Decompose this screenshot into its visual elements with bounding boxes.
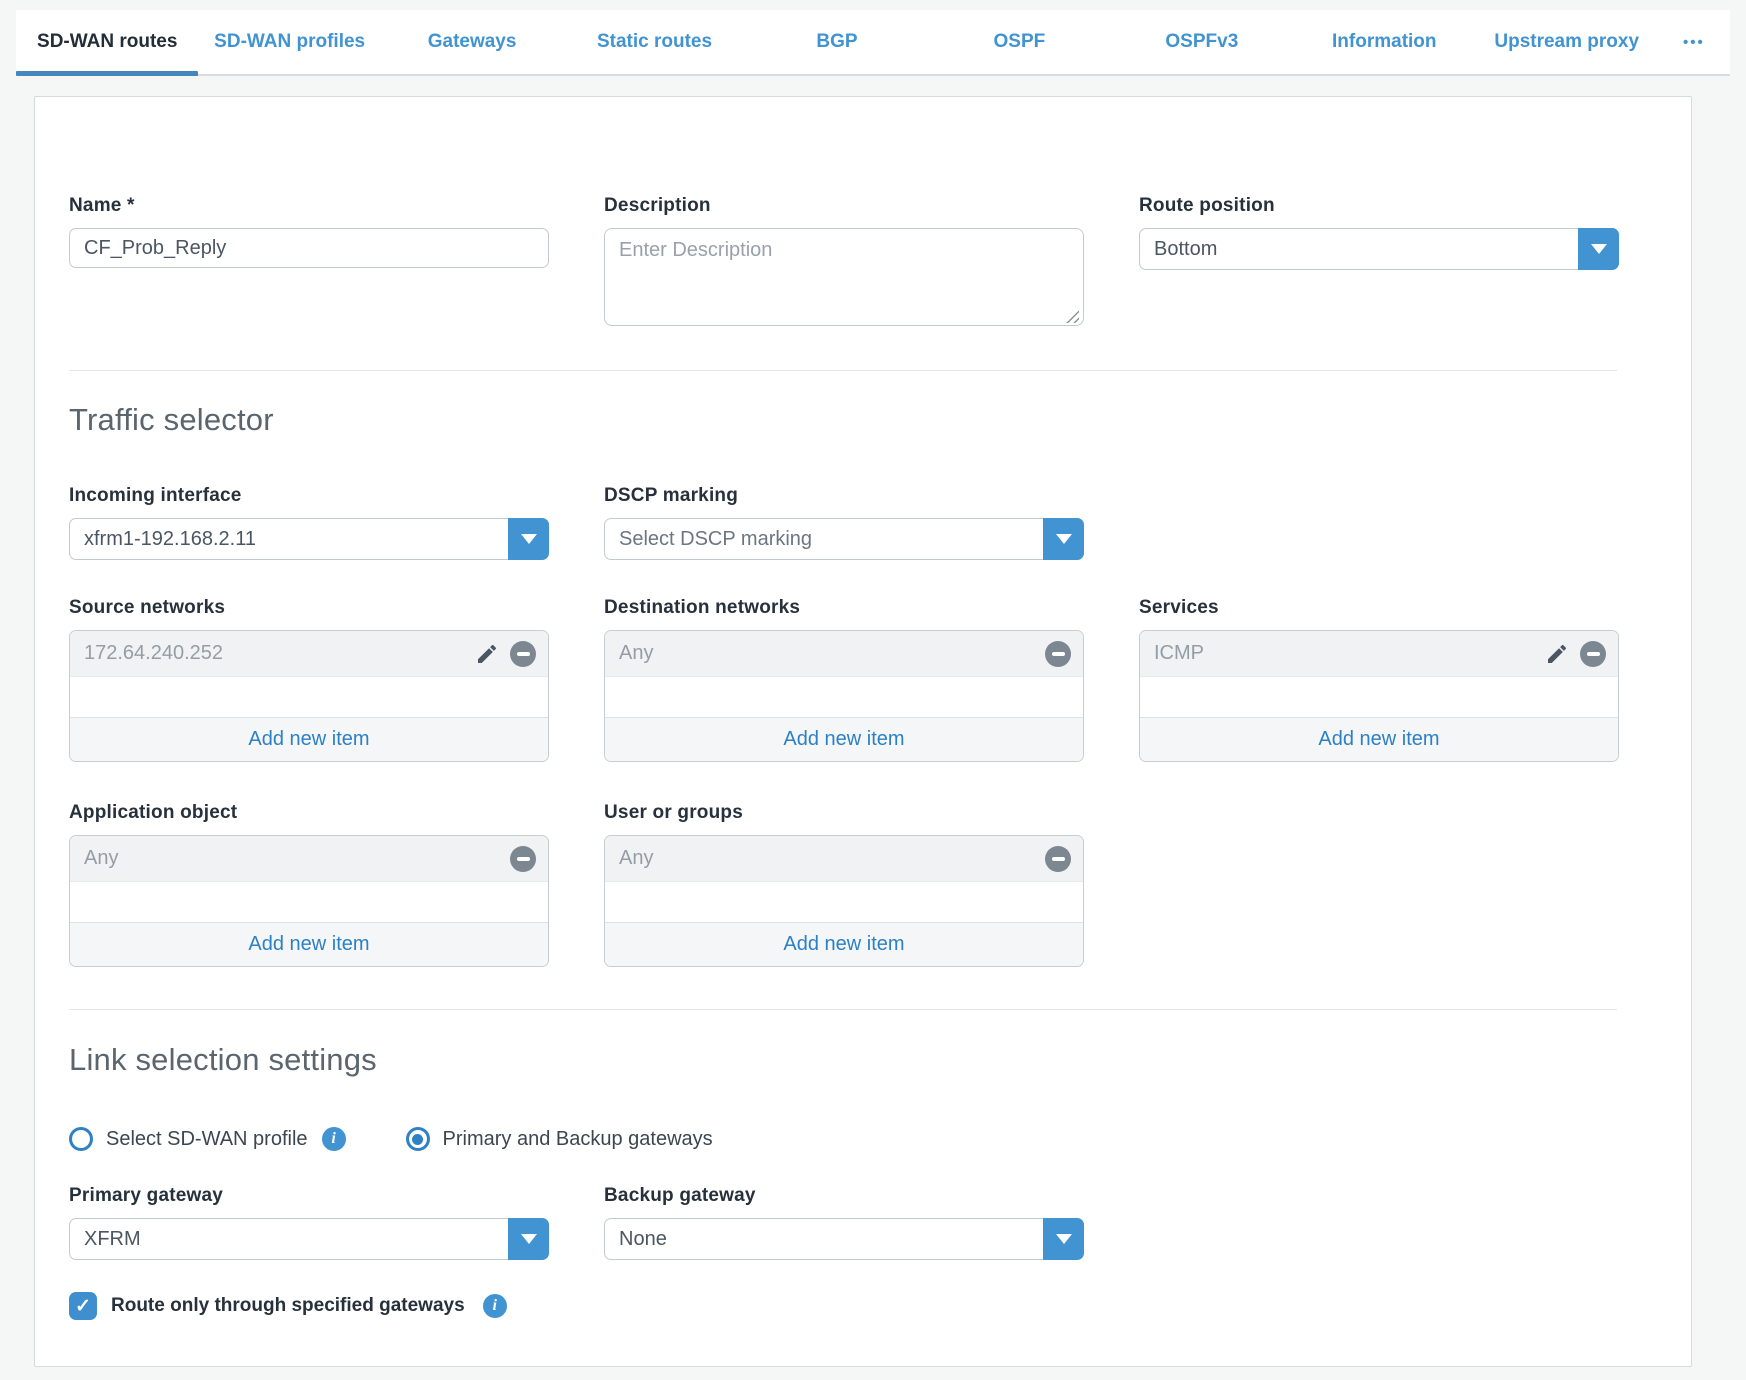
primary-backup-gateways-radio-label[interactable]: Primary and Backup gateways [443, 1128, 713, 1151]
service-item-text: ICMP [1154, 642, 1544, 665]
remove-minus-icon[interactable] [510, 641, 536, 667]
user-or-groups-listbox: Any Add new item [604, 835, 1084, 967]
application-object-listbox: Any Add new item [69, 835, 549, 967]
select-sdwan-profile-radio-label[interactable]: Select SD-WAN profile [106, 1128, 308, 1151]
primary-backup-gateways-radio[interactable] [406, 1127, 430, 1151]
dscp-marking-select[interactable]: Select DSCP marking [604, 518, 1084, 560]
incoming-interface-value: xfrm1-192.168.2.11 [70, 528, 256, 551]
dscp-marking-field-group: DSCP marking Select DSCP marking [604, 485, 1084, 560]
dscp-marking-label: DSCP marking [604, 485, 1084, 507]
chevron-down-icon [1591, 244, 1607, 254]
tab-ospf[interactable]: OSPF [928, 10, 1110, 74]
route-position-value: Bottom [1140, 238, 1217, 261]
user-or-groups-item-text: Any [619, 847, 1045, 870]
list-item: Any [605, 836, 1083, 882]
route-only-through-specified-gateways-label[interactable]: Route only through specified gateways [111, 1295, 465, 1317]
route-position-select[interactable]: Bottom [1139, 228, 1619, 270]
chevron-down-icon [1056, 534, 1072, 544]
list-item: ICMP [1140, 631, 1618, 677]
destination-network-item-text: Any [619, 642, 1045, 665]
description-field-group: Description [604, 195, 1084, 331]
tab-static-routes[interactable]: Static routes [563, 10, 745, 74]
name-field-group: Name * [69, 195, 549, 331]
application-object-field-group: Application object Any Add new item [69, 802, 549, 967]
name-input[interactable] [69, 228, 549, 268]
sdwan-route-form-card: Name * Description Route position Bottom… [34, 96, 1692, 1367]
tab-ospfv3[interactable]: OSPFv3 [1111, 10, 1293, 74]
incoming-interface-label: Incoming interface [69, 485, 549, 507]
application-object-add-new-item-button[interactable]: Add new item [70, 922, 548, 966]
name-label: Name * [69, 195, 549, 217]
source-networks-add-new-item-button[interactable]: Add new item [70, 717, 548, 761]
services-label: Services [1139, 597, 1619, 619]
source-networks-listbox: 172.64.240.252 Add new item [69, 630, 549, 762]
application-object-item-text: Any [84, 847, 510, 870]
primary-gateway-value: XFRM [70, 1228, 141, 1251]
services-field-group: Services ICMP Add new item [1139, 597, 1619, 762]
tab-bar: SD-WAN routes SD-WAN profiles Gateways S… [16, 10, 1730, 76]
destination-networks-listbox: Any Add new item [604, 630, 1084, 762]
tab-information[interactable]: Information [1293, 10, 1475, 74]
source-networks-field-group: Source networks 172.64.240.252 Add new i… [69, 597, 549, 762]
destination-networks-field-group: Destination networks Any Add new item [604, 597, 1084, 762]
dscp-marking-dropdown-button[interactable] [1043, 518, 1084, 560]
info-icon[interactable]: i [483, 1294, 507, 1318]
list-item: Any [605, 631, 1083, 677]
user-or-groups-label: User or groups [604, 802, 1084, 824]
primary-gateway-dropdown-button[interactable] [508, 1218, 549, 1260]
source-network-item-text: 172.64.240.252 [84, 642, 474, 665]
destination-networks-label: Destination networks [604, 597, 1084, 619]
services-listbox: ICMP Add new item [1139, 630, 1619, 762]
backup-gateway-field-group: Backup gateway None [604, 1185, 1084, 1260]
link-selection-settings-title: Link selection settings [69, 1042, 1617, 1078]
primary-gateway-field-group: Primary gateway XFRM [69, 1185, 549, 1260]
remove-minus-icon[interactable] [1580, 641, 1606, 667]
remove-minus-icon[interactable] [1045, 846, 1071, 872]
chevron-down-icon [521, 534, 537, 544]
user-or-groups-field-group: User or groups Any Add new item [604, 802, 1084, 967]
tab-bgp[interactable]: BGP [746, 10, 928, 74]
primary-gateway-label: Primary gateway [69, 1185, 549, 1207]
edit-pencil-icon[interactable] [474, 641, 500, 667]
description-textarea[interactable] [604, 228, 1084, 326]
backup-gateway-label: Backup gateway [604, 1185, 1084, 1207]
list-item: 172.64.240.252 [70, 631, 548, 677]
description-label: Description [604, 195, 1084, 217]
backup-gateway-dropdown-button[interactable] [1043, 1218, 1084, 1260]
section-divider [69, 370, 1617, 371]
chevron-down-icon [1056, 1234, 1072, 1244]
edit-pencil-icon[interactable] [1544, 641, 1570, 667]
tab-upstream-proxy[interactable]: Upstream proxy [1476, 10, 1658, 74]
section-divider [69, 1009, 1617, 1010]
route-only-through-specified-gateways-checkbox[interactable]: ✓ [69, 1292, 97, 1320]
backup-gateway-select[interactable]: None [604, 1218, 1084, 1260]
source-networks-label: Source networks [69, 597, 549, 619]
info-icon[interactable]: i [322, 1127, 346, 1151]
incoming-interface-field-group: Incoming interface xfrm1-192.168.2.11 [69, 485, 549, 560]
tab-overflow-ellipsis-icon[interactable]: ••• [1658, 10, 1730, 74]
chevron-down-icon [521, 1234, 537, 1244]
remove-minus-icon[interactable] [1045, 641, 1071, 667]
route-position-dropdown-button[interactable] [1578, 228, 1619, 270]
route-position-label: Route position [1139, 195, 1619, 217]
tab-gateways[interactable]: Gateways [381, 10, 563, 74]
user-or-groups-add-new-item-button[interactable]: Add new item [605, 922, 1083, 966]
primary-gateway-select[interactable]: XFRM [69, 1218, 549, 1260]
services-add-new-item-button[interactable]: Add new item [1140, 717, 1618, 761]
select-sdwan-profile-radio[interactable] [69, 1127, 93, 1151]
dscp-marking-value: Select DSCP marking [605, 528, 812, 551]
remove-minus-icon[interactable] [510, 846, 536, 872]
destination-networks-add-new-item-button[interactable]: Add new item [605, 717, 1083, 761]
tab-sdwan-profiles[interactable]: SD-WAN profiles [198, 10, 380, 74]
incoming-interface-dropdown-button[interactable] [508, 518, 549, 560]
list-item: Any [70, 836, 548, 882]
application-object-label: Application object [69, 802, 549, 824]
incoming-interface-select[interactable]: xfrm1-192.168.2.11 [69, 518, 549, 560]
backup-gateway-value: None [605, 1228, 667, 1251]
traffic-selector-title: Traffic selector [69, 402, 1617, 438]
tab-sdwan-routes[interactable]: SD-WAN routes [16, 10, 198, 74]
route-position-field-group: Route position Bottom [1139, 195, 1619, 331]
